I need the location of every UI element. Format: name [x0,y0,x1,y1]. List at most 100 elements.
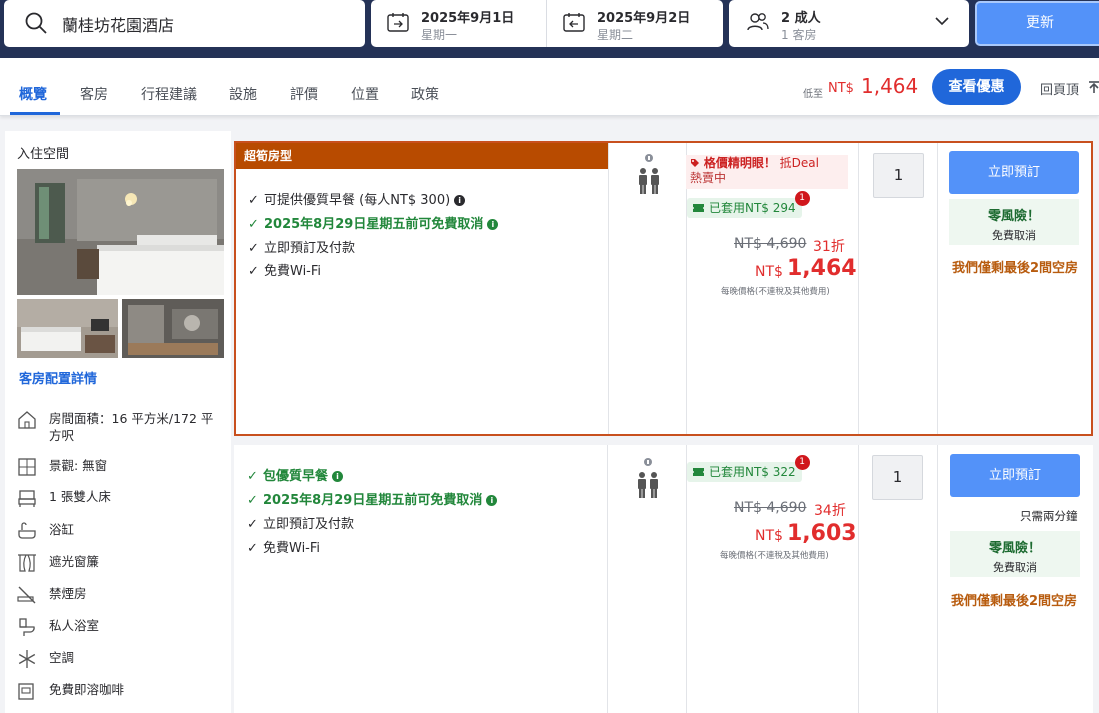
benefit-text: 包優質早餐 [263,469,329,484]
destination-text: 蘭桂坊花園酒店 [62,16,175,35]
price-note: 每晚價格(不連稅及其他費用) [721,287,830,297]
book-now-button[interactable]: 立即預訂 [950,454,1080,497]
benefit-text: 2025年8月29日星期五前可免費取消 [263,493,483,508]
update-button[interactable]: 更新 [975,1,1099,46]
feature-bed: 1 張雙人床 [17,488,222,507]
property-nav: 概覽 客房 行程建議 設施 評價 位置 政策 低至 NT$ 1,464 查看優惠… [0,58,1099,116]
toilet-icon [19,618,35,636]
benefit-text: 2025年8月29日星期五前可免費取消 [264,217,484,232]
feature-instant-coffee: 免費即溶咖啡 [17,681,222,700]
divider [937,143,938,434]
occupancy-icon[interactable] [636,458,660,500]
price-alert-sub: 熱賣中 [690,171,727,185]
view-deal-button[interactable]: 查看優惠 [932,69,1021,105]
feature-non-smoking: 禁煙房 [17,585,222,604]
benefit-text: 免費Wi-Fi [264,264,322,279]
calendar-checkin-icon [387,13,409,32]
tab-itinerary[interactable]: 行程建議 [141,84,197,104]
feature-bathtub: 浴缸 [17,521,222,539]
last-rooms-notice: 我們僅剩最後2間空房 [950,594,1078,609]
feature-room-size: 房間面積：16 平方米/172 平方呎 [17,410,222,444]
room-photo-thumb-2[interactable] [122,299,224,358]
divider [607,445,608,713]
tab-facilities[interactable]: 設施 [229,84,257,104]
discount-label: 31折 [813,239,845,255]
original-price: NT$ 4,690 [734,500,807,516]
window-icon [18,458,36,476]
checkout-date-text: 2025年9月2日 [597,11,691,26]
coupon-badge[interactable]: 已套用NT$ 322 1 [687,455,810,482]
room-offer-1: 超筍房型 ✓ 可提供優質早餐 (每人NT$ 300) i ✓ 2025年8月29日星期… [234,141,1093,436]
room-quantity-select[interactable]: 1 [872,455,923,500]
divider [858,445,859,713]
feature-blackout-curtains: 遮光窗簾 [17,553,222,572]
house-icon [18,411,36,429]
checkin-date[interactable]: 2025年9月1日 星期一 [371,0,547,47]
price-note: 每晚價格(不連稅及其他費用) [720,551,829,561]
zero-risk-title: 零風險！ [987,209,1040,224]
coupon-text: 已套用NT$ 322 [709,465,796,479]
tab-location[interactable]: 位置 [351,84,379,104]
book-now-button[interactable]: 立即預訂 [949,151,1079,194]
zero-risk-box: 零風險！ 免費取消 [949,199,1079,245]
divider [686,445,687,713]
last-rooms-notice: 我們僅剩最後2間空房 [951,261,1079,276]
room-count: 1 客房 [781,28,817,42]
room-details-link[interactable]: 客房配置詳情 [19,368,97,387]
tab-overview[interactable]: 概覽 [19,84,47,104]
curtains-icon [18,554,36,572]
occupancy-icon[interactable] [637,154,661,196]
lowest-price-value: 1,464 [861,74,919,98]
free-cancel-text: 免費取消 [992,229,1036,242]
price-alert-box: 格價精明眼！ 抵Deal 熱賣中 [686,155,848,189]
info-icon[interactable]: i [486,495,498,506]
feature-text: 禁煙房 [49,586,87,601]
divider [858,143,859,434]
checkin-date-text: 2025年9月1日 [421,11,515,26]
feature-text: 浴缸 [49,522,75,537]
bed-icon [18,490,36,507]
benefit-text: 可提供優質早餐 (每人NT$ 300) [264,193,451,208]
destination-field[interactable]: 蘭桂坊花園酒店 [4,0,365,47]
tab-reviews[interactable]: 評價 [290,84,318,104]
tab-rooms[interactable]: 客房 [80,84,108,104]
benefit-pay-now: ✓ 立即預訂及付款 [248,241,356,256]
info-icon[interactable]: i [454,195,466,206]
benefit-text: 立即預訂及付款 [263,517,355,532]
feature-air-conditioning: 空調 [17,649,222,668]
feature-text: 遮光窗簾 [49,554,100,569]
coupon-count-badge: 1 [794,455,810,470]
back-to-top-link[interactable]: 回頁頂 [1040,79,1099,98]
benefit-text: 立即預訂及付款 [264,241,356,256]
free-cancel-text: 免費取消 [993,561,1037,574]
date-picker[interactable]: 2025年9月1日 星期一 2025年9月2日 星期二 [371,0,723,47]
divider [608,143,609,434]
coffee-icon [18,683,34,700]
guests-selector[interactable]: 2 成人 1 客房 [729,0,969,47]
divider [937,445,938,713]
active-tab-indicator [10,112,60,115]
feature-text: 免費即溶咖啡 [49,682,125,697]
benefit-free-cancellation: ✓ 2025年8月29日星期五前可免費取消 i [248,213,499,232]
benefit-wifi: ✓ 免費Wi-Fi [248,264,322,279]
benefit-breakfast: ✓ 可提供優質早餐 (每人NT$ 300) i [248,189,466,208]
chevron-down-icon [935,17,949,26]
people-icon [747,13,769,31]
benefit-free-cancellation: ✓ 2025年8月29日星期五前可免費取消 i [247,489,498,508]
snowflake-icon [18,650,36,668]
tab-policies[interactable]: 政策 [411,84,439,104]
room-quantity-select[interactable]: 1 [873,153,924,198]
search-icon [25,12,47,34]
feature-text: 空調 [49,650,75,665]
back-to-top-label: 回頁頂 [1040,83,1080,98]
feature-text: 景觀: 無窗 [49,458,108,473]
checkout-date[interactable]: 2025年9月2日 星期二 [547,0,723,47]
feature-text: 房間面積：16 平方米/172 平方呎 [49,411,214,443]
info-icon[interactable]: i [487,219,499,230]
room-photo-main[interactable] [17,169,224,295]
benefit-wifi: ✓ 免費Wi-Fi [247,541,321,556]
room-photo-thumb-1[interactable] [17,299,118,358]
info-icon[interactable]: i [332,471,344,482]
coupon-badge[interactable]: 已套用NT$ 294 1 [687,191,810,218]
checkin-day-text: 星期一 [421,28,458,42]
